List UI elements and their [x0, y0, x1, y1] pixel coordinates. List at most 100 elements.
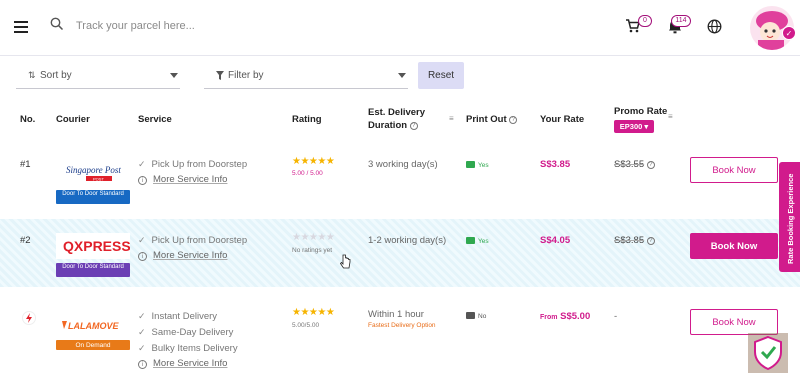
check-icon: ✓ — [138, 235, 146, 245]
check-icon: ✓ — [138, 343, 146, 353]
promo-rate: S$3.85 — [614, 235, 645, 246]
col-promo-rate[interactable]: Promo Rate — [614, 106, 667, 117]
sort-icon: ⇅ — [28, 70, 36, 80]
service-item: ✓ Pick Up from Doorstep — [138, 235, 248, 246]
service-list: ✓ Pick Up from Doorstep i More Service Inf… — [138, 233, 247, 265]
print-out-status: No — [466, 312, 486, 320]
svg-text:Singapore Post: Singapore Post — [66, 165, 121, 175]
mouse-cursor-icon — [340, 254, 351, 269]
service-item: ✓ Instant Delivery — [138, 311, 218, 322]
sort-icon[interactable]: ≡ — [668, 112, 673, 121]
rate-value: S$5.00 — [560, 311, 591, 322]
col-delivery[interactable]: Est. Delivery Duration ? — [368, 106, 425, 132]
info-icon: i — [138, 252, 147, 261]
sort-label: Sort by — [40, 70, 72, 81]
chevron-down-icon — [170, 73, 178, 78]
service-type-tag: Door To Door Standard — [56, 263, 130, 277]
notification-count-badge: 114 — [671, 15, 691, 27]
row-number: #2 — [20, 235, 31, 246]
table-header: No. Courier Service Rating Est. Delivery… — [0, 100, 800, 142]
service-item: ✓ Same-Day Delivery — [138, 327, 234, 338]
chevron-down-icon — [398, 73, 406, 78]
info-icon: i — [138, 360, 147, 369]
globe-icon[interactable] — [707, 19, 722, 34]
print-out-status: Yes — [466, 237, 489, 245]
help-icon[interactable]: ? — [646, 161, 655, 169]
verified-badge-icon: ✓ — [782, 26, 796, 40]
service-type-tag: On Demand — [56, 340, 130, 350]
col-delivery-line1: Est. Delivery — [368, 107, 426, 118]
col-no: No. — [20, 114, 36, 125]
table-row: #1 Singapore Post POST Door To Door Stan… — [0, 143, 800, 211]
promo-rate-cell: S$3.85 ? — [614, 235, 655, 246]
printer-icon — [466, 161, 475, 168]
help-icon[interactable]: ? — [409, 122, 418, 130]
book-now-button[interactable]: Book Now — [690, 233, 778, 259]
service-list: ✓ Pick Up from Doorstep i More Service Inf… — [138, 157, 247, 189]
promo-code-dropdown[interactable]: EP300 ▾ — [614, 120, 654, 133]
rating-stars: ★★★★★ — [292, 232, 335, 243]
service-item: ✓ Bulky Items Delivery — [138, 343, 238, 354]
protection-shield-icon[interactable] — [748, 333, 788, 373]
more-service-info-link[interactable]: i More Service Info — [138, 357, 238, 373]
filter-icon — [216, 71, 224, 80]
search-input[interactable] — [76, 15, 376, 37]
service-type-tag: Door To Door Standard — [56, 190, 130, 204]
your-rate: From S$5.00 — [540, 311, 590, 322]
rating-text: 5.00/5.00 — [292, 322, 320, 329]
check-icon: ✓ — [138, 327, 146, 337]
rate-prefix: From — [540, 314, 558, 321]
filter-dropdown[interactable]: Filter by — [204, 62, 408, 89]
rate-booking-experience-tab[interactable]: Rate Booking Experience — [779, 162, 800, 272]
book-now-button[interactable]: Book Now — [690, 157, 778, 183]
promo-rate: S$3.55 — [614, 159, 645, 170]
delivery-duration: 3 working day(s) — [368, 159, 438, 170]
filter-label: Filter by — [228, 70, 264, 81]
book-now-button[interactable]: Book Now — [690, 309, 778, 335]
printer-icon — [466, 312, 475, 319]
col-print: Print Out ? — [466, 114, 518, 125]
delivery-duration: 1-2 working day(s) — [368, 235, 447, 246]
svg-text:LALAMOVE: LALAMOVE — [68, 321, 119, 331]
col-courier: Courier — [56, 114, 90, 125]
your-rate: S$4.05 — [540, 235, 571, 246]
svg-text:QXPRESS: QXPRESS — [63, 238, 130, 254]
col-your-rate[interactable]: Your Rate — [540, 114, 584, 125]
more-service-info-link[interactable]: i More Service Info — [138, 173, 247, 189]
col-service: Service — [138, 114, 172, 125]
service-item: ✓ Pick Up from Doorstep — [138, 159, 248, 170]
help-icon[interactable]: ? — [646, 237, 655, 245]
rating-stars: ★★★★★ — [292, 307, 335, 318]
lightning-icon — [22, 311, 36, 325]
lalamove-logo: LALAMOVE — [56, 313, 130, 339]
service-list: ✓ Instant Delivery ✓ Same-Day Delivery ✓ Bu… — [138, 309, 238, 373]
reset-button[interactable]: Reset — [418, 62, 464, 89]
side-tab-label: Rate Booking Experience — [786, 173, 795, 264]
printer-icon — [466, 237, 475, 244]
delivery-duration-note: Fastest Delivery Option — [368, 322, 436, 329]
sort-dropdown[interactable]: ⇅ Sort by — [16, 62, 180, 89]
info-icon: i — [138, 176, 147, 185]
rating-stars: ★★★★★ — [292, 156, 335, 167]
check-icon: ✓ — [138, 311, 146, 321]
table-row: LALAMOVE On Demand ✓ Instant Delivery ✓ Sa… — [0, 300, 800, 373]
singpost-logo: Singapore Post POST — [56, 163, 130, 189]
svg-text:POST: POST — [93, 176, 104, 181]
more-service-info-link[interactable]: i More Service Info — [138, 249, 247, 265]
table-row: #2 QXPRESS Door To Door Standard ✓ Pick U… — [0, 219, 800, 287]
sort-icon[interactable]: ≡ — [449, 114, 454, 123]
qxpress-logo: QXPRESS — [56, 233, 131, 259]
delivery-duration: Within 1 hour — [368, 309, 424, 320]
row-number: #1 — [20, 159, 31, 170]
col-delivery-line2: Duration — [368, 120, 408, 131]
col-rating[interactable]: Rating — [292, 114, 322, 125]
top-bar: 0 114 ✓ — [0, 0, 800, 56]
menu-icon[interactable] — [14, 21, 28, 33]
promo-rate: - — [614, 311, 618, 322]
rating-text: No ratings yet — [292, 247, 333, 254]
check-icon: ✓ — [138, 159, 146, 169]
your-rate: S$3.85 — [540, 159, 571, 170]
help-icon[interactable]: ? — [509, 116, 518, 124]
rating-text: 5.00 / 5.00 — [292, 170, 323, 177]
cart-count-badge: 0 — [638, 15, 652, 27]
